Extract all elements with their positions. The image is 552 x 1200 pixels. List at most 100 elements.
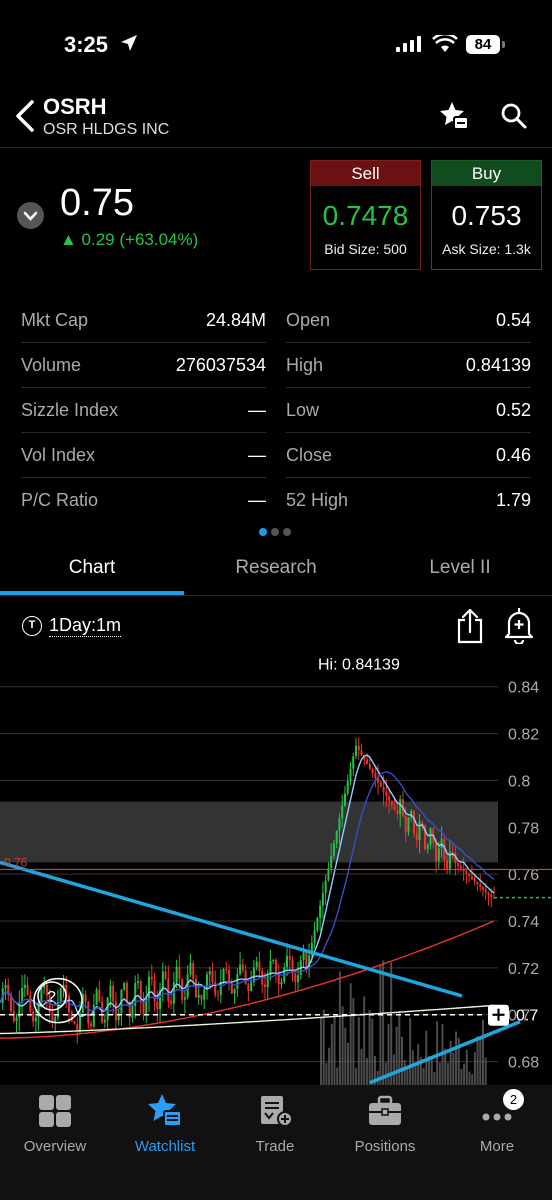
candle-body <box>59 987 62 1003</box>
candle-body <box>29 995 32 1012</box>
candle-body <box>211 971 214 983</box>
candle-body <box>239 964 242 975</box>
long-moving-average <box>0 1004 495 1035</box>
candle-body <box>390 800 393 806</box>
candle-body <box>192 963 195 979</box>
stat-label: P/C Ratio <box>21 490 99 510</box>
nav-positions[interactable]: Positions <box>330 1093 440 1155</box>
nav-trade[interactable]: Trade <box>220 1093 330 1155</box>
candle-body <box>465 871 468 874</box>
candle-body <box>457 863 460 866</box>
candle-body <box>103 1020 106 1023</box>
candle-body <box>189 963 192 975</box>
page-indicator[interactable] <box>259 523 295 541</box>
timeframe-selector[interactable]: 1Day:1m <box>49 615 122 637</box>
candle-body <box>481 886 484 890</box>
candle-body <box>186 974 189 998</box>
back-arrow-icon[interactable] <box>12 98 36 134</box>
notification-badge: 2 <box>503 1089 524 1110</box>
tab-chart[interactable]: Chart <box>0 548 184 594</box>
candle-body <box>476 881 479 885</box>
candle-body <box>255 961 258 968</box>
volume-bar <box>336 1067 339 1085</box>
expand-quote-toggle[interactable] <box>17 202 44 229</box>
candle-body <box>341 805 344 819</box>
buy-button[interactable]: Buy 0.753 Ask Size: 1.3k <box>431 160 542 270</box>
y-tick-label: 0.78 <box>508 820 539 837</box>
candle-body <box>479 884 482 887</box>
sell-label: Sell <box>311 161 420 186</box>
candle-body <box>335 830 338 844</box>
search-icon[interactable] <box>500 102 528 130</box>
stat-label: Vol Index <box>21 445 96 465</box>
candle-body <box>399 799 402 815</box>
share-icon[interactable] <box>456 608 484 644</box>
candle-body <box>263 984 266 987</box>
candle-body <box>90 1023 93 1027</box>
candle-body <box>164 971 167 980</box>
candle-body <box>247 984 250 992</box>
volume-bar <box>382 960 385 1085</box>
volume-bar <box>482 1019 484 1085</box>
nav-label: Trade <box>255 1138 295 1155</box>
overview-icon <box>39 1095 71 1127</box>
candle-body <box>393 805 396 810</box>
ticker-symbol: OSRH <box>43 94 107 119</box>
volume-bar <box>349 983 352 1085</box>
candle-body <box>459 865 462 869</box>
tab-level-ii[interactable]: Level II <box>368 548 552 594</box>
candle-body <box>250 982 253 992</box>
sell-button[interactable]: Sell 0.7478 Bid Size: 500 <box>310 160 421 270</box>
ask-price: 0.753 <box>451 200 522 231</box>
volume-bar <box>476 1036 479 1085</box>
volume-bar <box>460 1068 463 1085</box>
nav-label: Watchlist <box>134 1138 196 1155</box>
chevron-down-icon <box>23 211 38 221</box>
clock: 3:25 <box>64 32 109 57</box>
price-alert-bell-icon[interactable] <box>505 606 533 644</box>
candle-body <box>208 971 211 975</box>
candle-body <box>228 970 231 984</box>
candle-body <box>150 976 153 980</box>
volume-bar <box>371 1018 374 1085</box>
volume-bar <box>365 1058 368 1085</box>
candle-body <box>170 1000 173 1004</box>
add-to-watchlist-icon[interactable] <box>438 100 470 132</box>
y-tick-label: 0.8 <box>508 773 530 790</box>
stat-label: Sizzle Index <box>21 400 119 420</box>
candle-body <box>352 756 355 769</box>
wifi-icon <box>432 35 458 52</box>
candle-body <box>332 843 335 856</box>
watchlist-icon <box>148 1094 182 1127</box>
page-dot <box>271 528 279 536</box>
volume-bar <box>446 1062 449 1085</box>
stat-value: 0.52 <box>495 400 531 420</box>
nav-watchlist[interactable]: Watchlist <box>110 1093 220 1155</box>
price-chart[interactable]: 0.840.820.80.780.760.740.720.70.680.760.… <box>0 650 552 1085</box>
volume-bar <box>338 971 341 1085</box>
positions-icon <box>369 1095 401 1125</box>
stat-value: 276037534 <box>175 355 266 375</box>
candle-body <box>294 973 297 983</box>
stat-label: 52 High <box>286 490 349 510</box>
candle-body <box>321 893 324 906</box>
stat-value: 0.84139 <box>465 355 531 375</box>
candle-body <box>343 793 346 806</box>
candle-body <box>404 816 407 833</box>
timeframe-icon[interactable]: T <box>22 616 42 636</box>
candle-body <box>288 956 291 960</box>
volume-bar <box>452 1052 455 1085</box>
candle-body <box>330 855 333 869</box>
candle-body <box>302 952 305 961</box>
candle-body <box>40 987 43 1003</box>
app-header: OSRH OSR HLDGS INC <box>0 86 552 146</box>
candle-body <box>429 828 432 845</box>
nav-more[interactable]: More <box>442 1093 552 1155</box>
location-arrow-icon <box>121 35 137 51</box>
last-price: 0.75 <box>60 182 134 224</box>
candle-body <box>415 833 418 841</box>
candle-body <box>131 1005 134 1018</box>
tab-research[interactable]: Research <box>184 548 368 594</box>
nav-overview[interactable]: Overview <box>0 1093 110 1155</box>
volume-bar <box>401 1036 403 1085</box>
